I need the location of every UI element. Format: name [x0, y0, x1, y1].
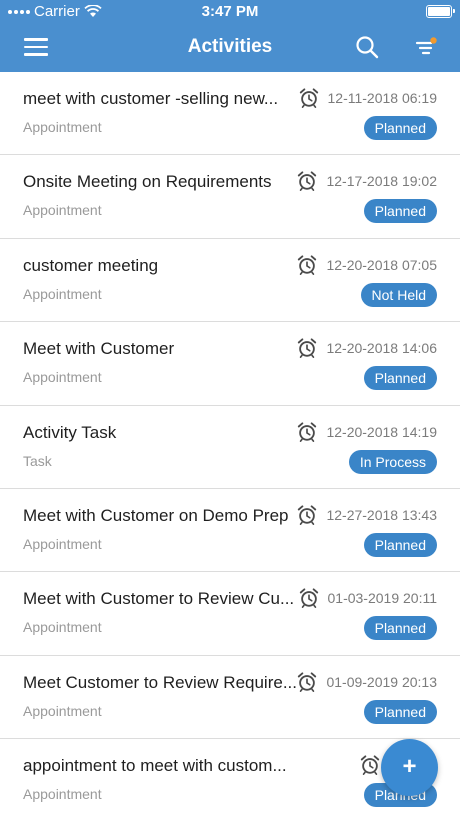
activity-date: 01-09-2019 20:13: [326, 673, 437, 690]
activity-title: Meet with Customer on Demo Prep: [23, 505, 289, 525]
activity-date: 12-20-2018 07:05: [326, 256, 437, 273]
status-time: 3:47 PM: [201, 3, 259, 20]
battery-icon: [426, 5, 455, 18]
page-title: Activities: [187, 36, 273, 57]
activity-title: meet with customer -selling new...: [23, 89, 279, 108]
activity-meta: 12-11-2018 06:19: [298, 87, 438, 109]
activity-type: Appointment: [23, 202, 102, 219]
alarm-clock-icon: [298, 505, 317, 525]
activity-type: Appointment: [23, 285, 102, 302]
activity-date: 12-11-2018 06:19: [327, 90, 438, 106]
activity-meta: 12-20-2018 14:19: [296, 421, 437, 443]
activity-title: Meet with Customer to Review Cu...: [23, 589, 295, 609]
activity-title: Onsite Meeting on Requirements: [23, 172, 272, 192]
activity-meta: 12-20-2018 07:05: [296, 254, 437, 276]
activity-type: Appointment: [23, 702, 102, 719]
activity-row[interactable]: Meet Customer to Review Require... Appoin…: [0, 655, 460, 740]
status-badge: Planned: [363, 366, 437, 391]
activity-date: 12-27-2018 13:43: [326, 506, 437, 523]
alarm-clock-icon: [299, 588, 318, 609]
activity-type: Task: [23, 452, 52, 469]
activity-date: 12-20-2018 14:19: [326, 423, 437, 440]
status-badge: Planned: [363, 616, 437, 641]
activity-row[interactable]: Meet with Customer Appointment 12-20-2018 …: [0, 322, 460, 406]
activity-type: Appointment: [23, 369, 102, 386]
activity-row[interactable]: Meet with Customer on Demo Prep Appointme…: [0, 488, 460, 573]
activity-title: appointment to meet with custom...: [23, 756, 287, 776]
filter-icon[interactable]: [414, 36, 438, 60]
activity-row[interactable]: Meet with Customer to Review Cu... Appoin…: [0, 572, 460, 656]
activity-row[interactable]: Onsite Meeting on Requirements Appointmen…: [0, 155, 460, 239]
activity-meta: 12-27-2018 13:43: [296, 504, 437, 526]
activity-row[interactable]: meet with customer -selling new... Appoin…: [0, 72, 460, 156]
status-badge: Planned: [363, 699, 437, 724]
activity-title: Meet with Customer: [23, 339, 175, 359]
alarm-clock-icon: [298, 171, 317, 192]
activity-title: customer meeting: [23, 255, 159, 275]
search-icon[interactable]: [355, 35, 379, 59]
alarm-clock-icon: [298, 338, 317, 359]
activity-type: Appointment: [23, 119, 102, 135]
activity-date: 12-17-2018 19:02: [326, 173, 437, 190]
alarm-clock-icon: [298, 421, 317, 442]
status-badge: Not Held: [360, 282, 437, 307]
filter-indicator-dot: [430, 37, 437, 44]
status-badge: Planned: [363, 199, 437, 224]
status-badge: Planned: [363, 116, 437, 140]
alarm-clock-icon: [299, 88, 318, 108]
activity-row[interactable]: Activity Task Task 12-20-2018 14:19 In Proc…: [0, 405, 460, 489]
status-badge: In Process: [348, 449, 437, 474]
activity-type: Appointment: [23, 535, 102, 552]
activity-type: Appointment: [23, 619, 102, 636]
activity-title: Meet Customer to Review Require...: [23, 672, 297, 692]
status-bar: Carrier 3:47 PM: [0, 0, 460, 24]
activity-title: Activity Task: [23, 422, 117, 442]
alarm-clock-icon: [298, 255, 317, 275]
activity-meta: 12-20-2018 14:06: [296, 337, 437, 359]
alarm-clock-icon: [298, 672, 317, 692]
activity-date: 12-20-2018 14:06: [326, 340, 437, 357]
activity-list: meet with customer -selling new... Appoin…: [0, 72, 460, 818]
status-badge: Planned: [363, 532, 437, 557]
activity-meta: 01-03-2019 20:11: [298, 587, 438, 609]
activity-meta: 12-17-2018 19:02: [296, 170, 437, 192]
alarm-clock-icon: [360, 755, 379, 776]
nav-bar: Activities: [0, 24, 460, 72]
activity-meta: 01-09-2019 20:13: [296, 671, 437, 693]
activity-type: Appointment: [23, 786, 102, 803]
add-activity-button[interactable]: +: [381, 739, 438, 796]
activity-date: 01-03-2019 20:11: [327, 590, 438, 607]
activity-row[interactable]: customer meeting Appointment 12-20-2018 07…: [0, 238, 460, 323]
app-header: Carrier 3:47 PM Activities: [0, 0, 460, 72]
